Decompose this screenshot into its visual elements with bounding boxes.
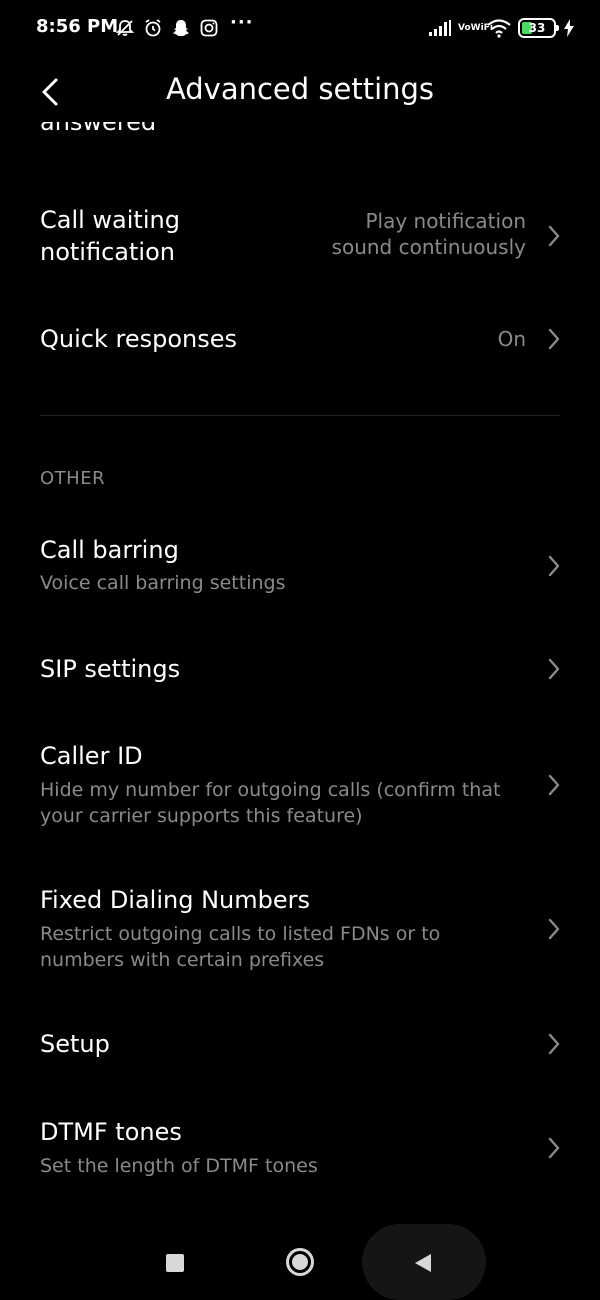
call-waiting-title-line1: Call waiting <box>40 206 180 234</box>
mute-icon <box>114 17 136 39</box>
instagram-icon <box>198 17 220 39</box>
caller-id-subtitle: Hide my number for outgoing calls (confi… <box>40 779 501 827</box>
fdn-subtitle: Restrict outgoing calls to listed FDNs o… <box>40 923 441 971</box>
call-barring-subtitle: Voice call barring settings <box>40 572 286 594</box>
chevron-right-icon <box>546 773 562 797</box>
page-title: Advanced settings <box>165 72 435 106</box>
nav-back-button[interactable] <box>412 1252 434 1274</box>
quick-responses-value: On <box>497 327 526 351</box>
system-icons: Vo WiFi 33 <box>422 14 574 42</box>
vowifi-icon: Vo WiFi <box>458 22 493 33</box>
cutoff-row: answered <box>0 122 600 146</box>
setup-row[interactable]: Setup <box>0 1014 600 1074</box>
caller-id-title: Caller ID <box>40 742 143 770</box>
quick-responses-title: Quick responses <box>40 325 238 353</box>
header: Advanced settings <box>0 60 600 122</box>
dtmf-tones-row[interactable]: DTMF tones Set the length of DTMF tones <box>0 1114 600 1188</box>
fdn-title: Fixed Dialing Numbers <box>40 886 310 914</box>
vowifi-top: Vo <box>458 22 471 33</box>
call-waiting-value-line2: sound continuously <box>331 235 526 259</box>
setup-title: Setup <box>40 1030 110 1058</box>
status-bar: 8:56 PM ··· Vo WiFi 33 <box>0 0 600 56</box>
call-waiting-value-line1: Play notification <box>365 209 526 233</box>
home-button[interactable] <box>286 1248 314 1276</box>
more-notifications-icon: ··· <box>230 12 254 33</box>
dtmf-title: DTMF tones <box>40 1118 182 1146</box>
dtmf-subtitle: Set the length of DTMF tones <box>40 1155 318 1177</box>
charging-icon <box>564 19 574 37</box>
fixed-dialing-numbers-row[interactable]: Fixed Dialing Numbers Restrict outgoing … <box>0 882 600 982</box>
alarm-icon <box>142 17 164 39</box>
call-barring-title: Call barring <box>40 536 179 564</box>
battery-icon: 33 <box>518 18 559 38</box>
battery-level: 33 <box>528 21 546 35</box>
call-barring-row[interactable]: Call barring Voice call barring settings <box>0 530 600 604</box>
cutoff-row-text: answered <box>40 122 157 136</box>
caller-id-row[interactable]: Caller ID Hide my number for outgoing ca… <box>0 738 600 838</box>
quick-responses-row[interactable]: Quick responses On <box>0 310 600 370</box>
sip-settings-title: SIP settings <box>40 655 181 683</box>
navigation-bar <box>0 1224 600 1300</box>
section-header-other: OTHER <box>40 468 106 489</box>
call-waiting-value: Play notification sound continuously <box>332 208 526 260</box>
status-time: 8:56 PM <box>36 16 119 37</box>
call-waiting-title: Call waiting notification <box>40 204 180 268</box>
chevron-right-icon <box>546 1136 562 1160</box>
chevron-right-icon <box>546 327 562 351</box>
sip-settings-row[interactable]: SIP settings <box>0 640 600 700</box>
notification-icons <box>114 16 226 40</box>
snapchat-icon <box>170 17 192 39</box>
signal-icon <box>428 19 452 37</box>
recent-apps-button[interactable] <box>166 1254 184 1272</box>
home-icon <box>292 1254 308 1270</box>
divider <box>40 415 560 416</box>
chevron-right-icon <box>546 554 562 578</box>
chevron-right-icon <box>546 657 562 681</box>
chevron-right-icon <box>546 224 562 248</box>
wifi-icon <box>486 18 512 38</box>
call-waiting-notification-row[interactable]: Call waiting notification Play notificat… <box>0 190 600 290</box>
chevron-right-icon <box>546 917 562 941</box>
chevron-right-icon <box>546 1032 562 1056</box>
call-waiting-title-line2: notification <box>40 238 175 266</box>
triangle-back-icon <box>415 1254 431 1272</box>
